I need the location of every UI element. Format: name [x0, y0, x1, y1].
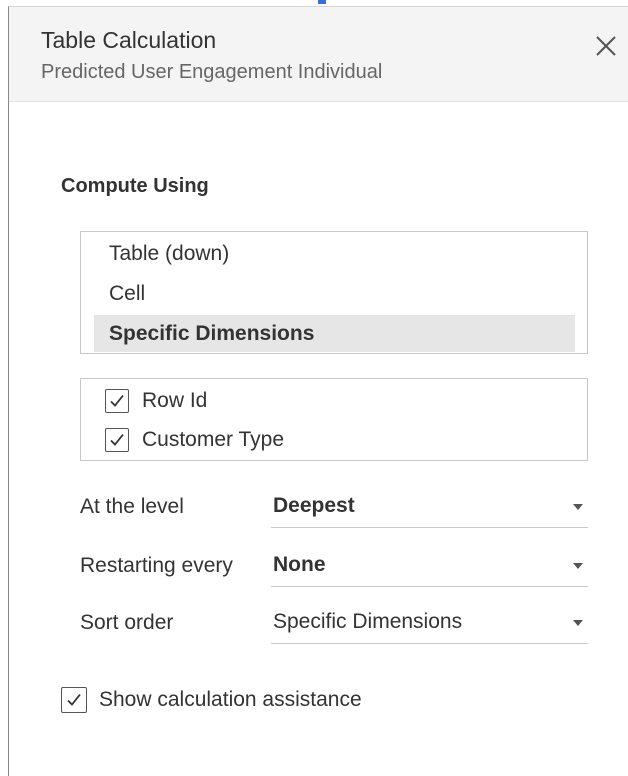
- dialog-header: Table Calculation Predicted User Engagem…: [9, 7, 628, 102]
- dimension-row-id[interactable]: Row Id: [105, 386, 207, 416]
- sort-order-value: Specific Dimensions: [273, 610, 463, 633]
- restarting-every-value: None: [273, 553, 326, 576]
- caret-down-icon: [572, 619, 584, 627]
- at-the-level-dropdown[interactable]: Deepest: [271, 488, 588, 528]
- close-button[interactable]: [591, 31, 621, 61]
- at-the-level-label: At the level: [80, 495, 184, 518]
- table-calculation-dialog: Table Calculation Predicted User Engagem…: [8, 6, 628, 776]
- show-calculation-assistance-label: Show calculation assistance: [99, 688, 362, 711]
- dimensions-list: Row Id Customer Type: [80, 378, 588, 461]
- compute-option-table-down[interactable]: Table (down): [94, 235, 575, 272]
- compute-using-heading: Compute Using: [61, 175, 209, 197]
- at-the-level-value: Deepest: [273, 494, 355, 517]
- sort-order-dropdown[interactable]: Specific Dimensions: [271, 604, 588, 644]
- dimension-customer-type[interactable]: Customer Type: [105, 425, 284, 455]
- caret-down-icon: [572, 503, 584, 511]
- dimension-row-id-label: Row Id: [142, 389, 208, 412]
- dialog-subtitle: Predicted User Engagement Individual: [41, 61, 383, 83]
- compute-option-specific-dimensions[interactable]: Specific Dimensions: [94, 315, 575, 352]
- restarting-every-label: Restarting every: [80, 554, 233, 577]
- show-calculation-assistance[interactable]: Show calculation assistance: [61, 687, 362, 713]
- restarting-every-dropdown[interactable]: None: [271, 547, 588, 587]
- compute-option-cell[interactable]: Cell: [94, 275, 575, 312]
- compute-using-list: Table (down) Cell Specific Dimensions: [80, 231, 588, 354]
- checkmark-icon: [67, 693, 81, 706]
- checkmark-icon: [110, 394, 124, 407]
- dialog-title: Table Calculation: [41, 27, 217, 53]
- close-icon: [596, 36, 616, 56]
- top-edge-marker: [318, 0, 326, 4]
- dimension-customer-type-checkbox[interactable]: [105, 428, 129, 452]
- dimension-row-id-checkbox[interactable]: [105, 389, 129, 413]
- show-calculation-assistance-checkbox[interactable]: [61, 687, 87, 713]
- dimension-customer-type-label: Customer Type: [142, 428, 285, 451]
- caret-down-icon: [572, 562, 584, 570]
- sort-order-label: Sort order: [80, 611, 174, 634]
- checkmark-icon: [110, 433, 124, 446]
